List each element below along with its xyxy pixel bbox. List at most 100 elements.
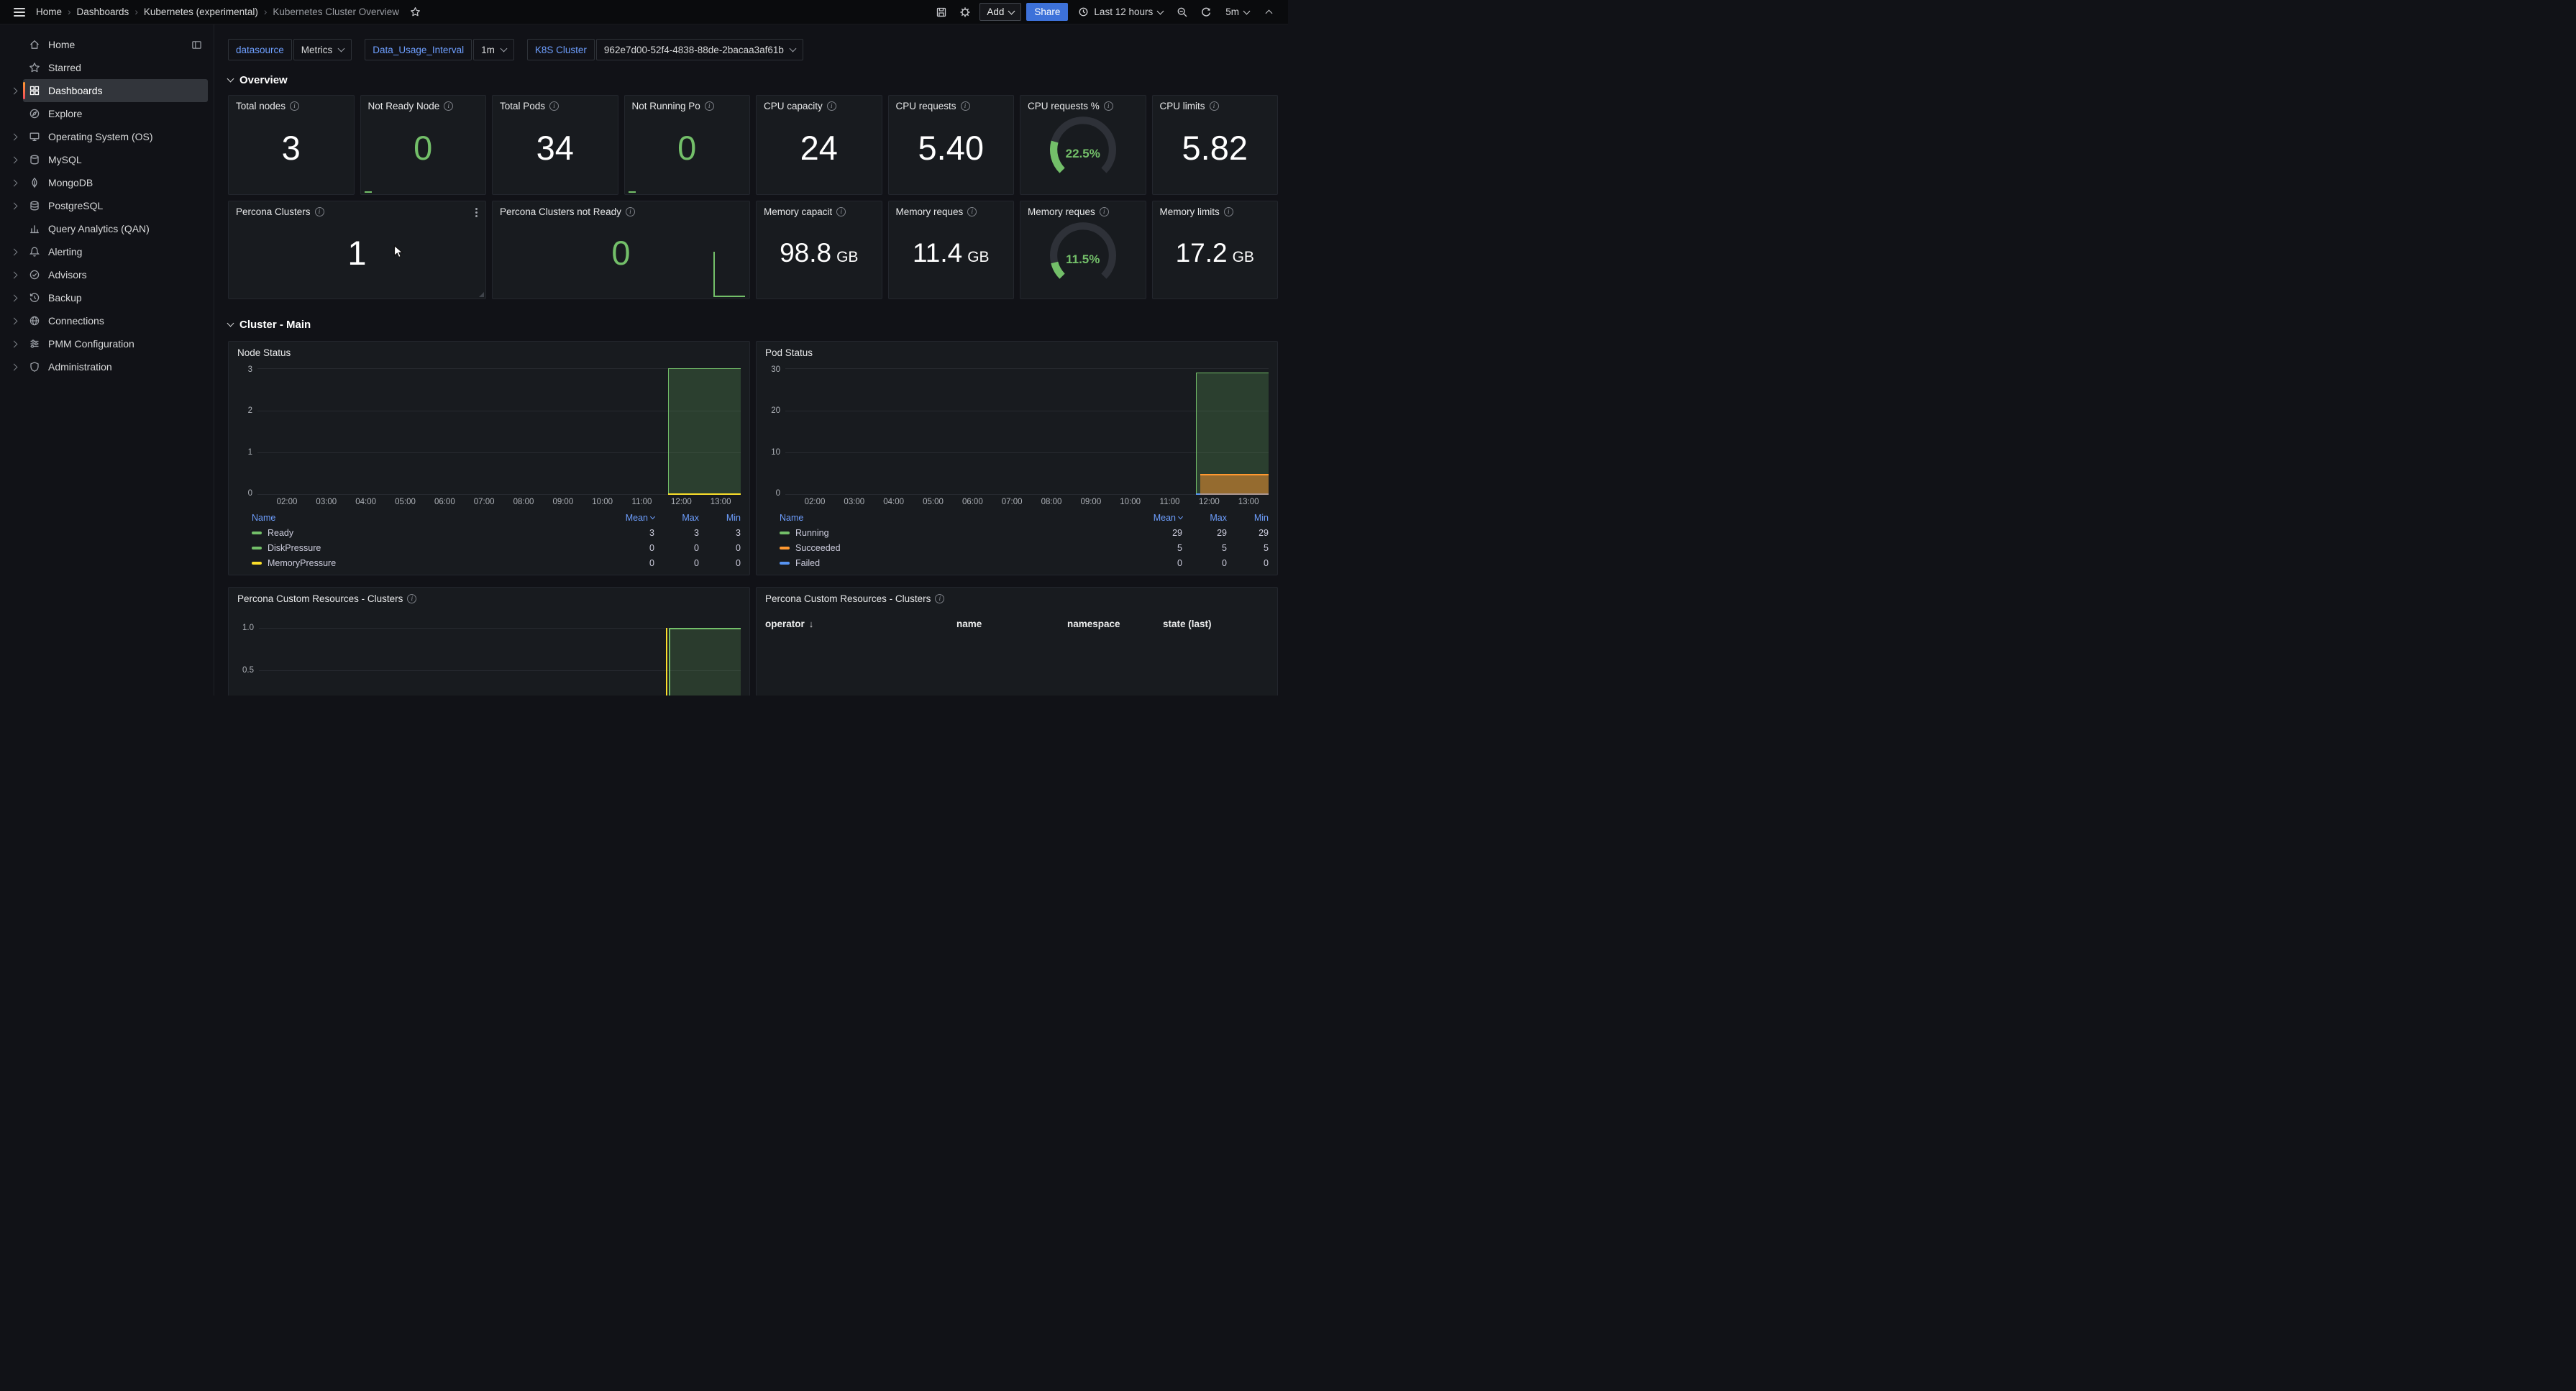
panel-title[interactable]: Memory capacit: [764, 206, 832, 217]
expand-chevron[interactable]: [4, 204, 23, 209]
panel-title[interactable]: Total Pods: [500, 101, 545, 111]
legend-series-toggle[interactable]: Running: [780, 528, 1131, 538]
datasource-var-select[interactable]: Metrics: [293, 39, 352, 60]
zoom-out-button[interactable]: [1173, 3, 1192, 22]
legend-series-toggle[interactable]: Failed: [780, 558, 1131, 568]
plot-area[interactable]: [259, 610, 741, 696]
legend-col-max[interactable]: Max: [654, 513, 699, 523]
breadcrumb-dashboards[interactable]: Dashboards: [77, 6, 129, 17]
panel-title[interactable]: Not Running Po: [632, 101, 700, 111]
sidebar-item-query-analytics[interactable]: Query Analytics (QAN): [23, 217, 208, 240]
panel-menu-icon[interactable]: [471, 206, 481, 218]
sidebar-item-operating-system[interactable]: Operating System (OS): [23, 125, 208, 148]
panel-title[interactable]: Percona Custom Resources - Clusters: [237, 593, 403, 604]
panel-title[interactable]: CPU requests: [896, 101, 956, 111]
plot-area[interactable]: [257, 368, 741, 495]
collapse-toolbar-button[interactable]: [1259, 3, 1278, 22]
info-icon[interactable]: i: [836, 207, 846, 216]
refresh-interval-picker[interactable]: 5m: [1220, 3, 1254, 21]
sidebar-item-administration[interactable]: Administration: [23, 355, 208, 378]
plot-area[interactable]: [785, 368, 1269, 495]
save-dashboard-button[interactable]: [932, 3, 951, 22]
expand-chevron[interactable]: [4, 296, 23, 301]
panel-title[interactable]: Pod Status: [765, 347, 813, 358]
panel-title[interactable]: Total nodes: [236, 101, 286, 111]
info-icon[interactable]: i: [549, 101, 559, 111]
legend-col-mean[interactable]: Mean: [1131, 513, 1182, 523]
hamburger-menu-button[interactable]: [10, 3, 29, 22]
panel-title[interactable]: Memory reques: [896, 206, 964, 217]
sidebar-item-home[interactable]: Home: [23, 33, 208, 56]
info-icon[interactable]: i: [967, 207, 977, 216]
legend-col-name[interactable]: Name: [780, 513, 1131, 523]
panel-title[interactable]: CPU capacity: [764, 101, 823, 111]
legend-series-toggle[interactable]: DiskPressure: [252, 543, 603, 553]
info-icon[interactable]: i: [827, 101, 836, 111]
time-range-picker[interactable]: Last 12 hours: [1073, 3, 1168, 21]
info-icon[interactable]: i: [1210, 101, 1219, 111]
add-button[interactable]: Add: [979, 3, 1021, 21]
interval-var-select[interactable]: 1m: [473, 39, 514, 60]
sidebar-item-advisors[interactable]: Advisors: [23, 263, 208, 286]
sidebar-item-mysql[interactable]: MySQL: [23, 148, 208, 171]
sidebar-item-connections[interactable]: Connections: [23, 309, 208, 332]
panel-title[interactable]: Percona Custom Resources - Clusters: [765, 593, 931, 604]
k8s-cluster-var-select[interactable]: 962e7d00-52f4-4838-88de-2bacaa3af61b: [596, 39, 803, 60]
sidebar-item-alerting[interactable]: Alerting: [23, 240, 208, 263]
info-icon[interactable]: i: [407, 594, 416, 603]
sidebar-item-pmm-configuration[interactable]: PMM Configuration: [23, 332, 208, 355]
legend-series-toggle[interactable]: Succeeded: [780, 543, 1131, 553]
info-icon[interactable]: i: [961, 101, 970, 111]
expand-chevron[interactable]: [4, 181, 23, 186]
sidebar-item-explore[interactable]: Explore: [23, 102, 208, 125]
expand-chevron[interactable]: [4, 134, 23, 140]
refresh-button[interactable]: [1197, 3, 1215, 22]
dock-menu-icon[interactable]: [191, 40, 202, 50]
sidebar-item-postgresql[interactable]: PostgreSQL: [23, 194, 208, 217]
sidebar-item-backup[interactable]: Backup: [23, 286, 208, 309]
sidebar-item-dashboards[interactable]: Dashboards: [23, 79, 208, 102]
info-icon[interactable]: i: [1100, 207, 1109, 216]
panel-title[interactable]: Memory reques: [1028, 206, 1095, 217]
favorite-star-button[interactable]: [406, 3, 425, 22]
info-icon[interactable]: i: [626, 207, 635, 216]
expand-chevron[interactable]: [4, 273, 23, 278]
share-button[interactable]: Share: [1026, 3, 1068, 21]
expand-chevron[interactable]: [4, 250, 23, 255]
sidebar-item-mongodb[interactable]: MongoDB: [23, 171, 208, 194]
table-col-name[interactable]: name: [956, 619, 1067, 629]
info-icon[interactable]: i: [444, 101, 453, 111]
legend-col-min[interactable]: Min: [699, 513, 741, 523]
info-icon[interactable]: i: [1104, 101, 1113, 111]
table-col-namespace[interactable]: namespace: [1067, 619, 1163, 629]
legend-series-toggle[interactable]: MemoryPressure: [252, 558, 603, 568]
info-icon[interactable]: i: [705, 101, 714, 111]
panel-resize-handle[interactable]: [479, 292, 484, 297]
info-icon[interactable]: i: [315, 207, 324, 216]
panel-title[interactable]: CPU requests %: [1028, 101, 1100, 111]
info-icon[interactable]: i: [290, 101, 299, 111]
panel-title[interactable]: Not Ready Node: [368, 101, 440, 111]
panel-title[interactable]: CPU limits: [1160, 101, 1205, 111]
dashboard-settings-button[interactable]: [956, 3, 974, 22]
expand-chevron[interactable]: [4, 158, 23, 163]
panel-title[interactable]: Memory limits: [1160, 206, 1220, 217]
panel-title[interactable]: Percona Clusters: [236, 206, 311, 217]
table-col-operator[interactable]: operator ↓: [765, 619, 956, 629]
legend-col-min[interactable]: Min: [1227, 513, 1269, 523]
expand-chevron[interactable]: [4, 88, 23, 94]
panel-title[interactable]: Percona Clusters not Ready: [500, 206, 621, 217]
breadcrumb-home[interactable]: Home: [36, 6, 62, 17]
info-icon[interactable]: i: [935, 594, 944, 603]
legend-series-toggle[interactable]: Ready: [252, 528, 603, 538]
section-header-cluster-main[interactable]: Cluster - Main: [228, 316, 1278, 332]
legend-col-name[interactable]: Name: [252, 513, 603, 523]
section-header-overview[interactable]: Overview: [228, 72, 1278, 88]
info-icon[interactable]: i: [1224, 207, 1233, 216]
expand-chevron[interactable]: [4, 342, 23, 347]
legend-col-mean[interactable]: Mean: [603, 513, 654, 523]
sidebar-item-starred[interactable]: Starred: [23, 56, 208, 79]
legend-col-max[interactable]: Max: [1182, 513, 1227, 523]
panel-title[interactable]: Node Status: [237, 347, 291, 358]
expand-chevron[interactable]: [4, 319, 23, 324]
